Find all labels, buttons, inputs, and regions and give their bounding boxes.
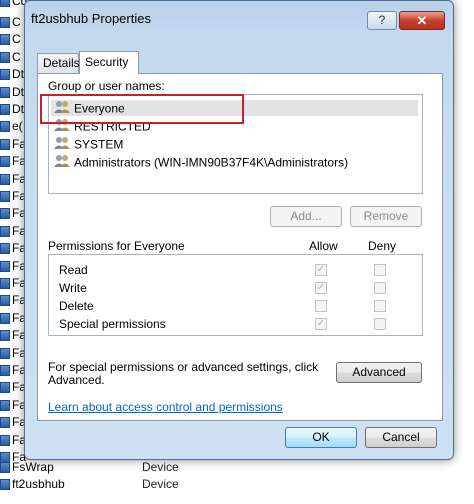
user-name: Administrators (WIN-IMN90B37F4K\Administ… (74, 155, 349, 170)
device-name: FsWrap (12, 460, 54, 474)
close-button[interactable]: ✕ (399, 11, 445, 30)
permissions-list: Read ✓ Write ✓ Delete Special permission… (48, 254, 423, 336)
device-icon (0, 382, 10, 394)
device-icon (0, 434, 10, 446)
tab-details[interactable]: Details (37, 53, 80, 73)
device-name: Dt (12, 67, 24, 82)
deny-checkbox-delete[interactable] (374, 300, 386, 312)
device-icon (0, 104, 10, 115)
deny-checkbox-write[interactable] (374, 282, 386, 294)
device-icon (0, 312, 10, 324)
remove-button[interactable]: Remove (350, 206, 422, 227)
add-button[interactable]: Add... (270, 206, 342, 227)
device-icon (0, 365, 10, 376)
device-icon (0, 260, 10, 272)
advanced-hint-line1: For special permissions or advanced sett… (48, 360, 319, 374)
device-icon (0, 278, 10, 289)
device-icon (0, 208, 10, 220)
device-icon (0, 225, 10, 237)
device-icon (0, 462, 10, 473)
allow-checkbox-write[interactable]: ✓ (315, 282, 327, 294)
learn-access-control-link[interactable]: Learn about access control and permissio… (48, 400, 283, 414)
device-icon (0, 17, 10, 28)
title-bar[interactable]: ft2usbhub Properties ? ✕ (25, 9, 453, 31)
device-icon (0, 295, 10, 307)
device-icon (0, 34, 10, 46)
permission-name: Read (59, 263, 88, 277)
permission-name: Write (59, 281, 87, 295)
deny-checkbox-special[interactable] (374, 318, 386, 330)
properties-dialog: ft2usbhub Properties ? ✕ Details Securit… (24, 0, 454, 460)
user-name: SYSTEM (74, 137, 124, 152)
dialog-title: ft2usbhub Properties (31, 11, 151, 26)
highlight-annotation (40, 94, 244, 124)
device-icon (0, 330, 10, 342)
device-icon (0, 0, 10, 7)
device-icon (0, 191, 10, 202)
deny-checkbox-read[interactable] (374, 264, 386, 276)
device-type: Device (142, 460, 179, 474)
device-icon (0, 479, 10, 490)
background-list-row[interactable]: ft2usbhub Device (0, 476, 474, 493)
user-item-administrators[interactable]: Administrators (WIN-IMN90B37F4K\Administ… (54, 154, 348, 170)
device-name: C (12, 15, 21, 29)
background-list-row[interactable]: FsWrap Device (0, 459, 474, 476)
device-icon (0, 347, 10, 359)
device-name: e( (12, 119, 23, 134)
permission-row-delete: Delete (49, 297, 422, 315)
device-icon (0, 69, 10, 81)
device-icon (0, 243, 10, 255)
device-name: Dt (12, 102, 24, 116)
tab-security[interactable]: Security (79, 51, 139, 74)
permission-row-write: Write ✓ (49, 279, 422, 297)
device-name: Dt (12, 84, 24, 99)
device-icon (0, 156, 10, 168)
allow-checkbox-read[interactable]: ✓ (315, 264, 327, 276)
advanced-hint-line2: Advanced. (48, 373, 105, 387)
users-icon (54, 154, 70, 171)
ok-button[interactable]: OK (285, 427, 357, 448)
permission-row-special: Special permissions ✓ (49, 315, 422, 333)
device-icon (0, 417, 10, 429)
allow-column-header: Allow (309, 239, 338, 253)
group-or-user-names-label: Group or user names: (48, 79, 165, 93)
deny-column-header: Deny (368, 239, 397, 253)
advanced-button[interactable]: Advanced (336, 362, 422, 383)
cancel-button[interactable]: Cancel (365, 427, 437, 448)
allow-checkbox-delete[interactable] (315, 300, 327, 312)
device-name: ft2usbhub (12, 477, 65, 491)
users-icon (54, 136, 70, 153)
permissions-label: Permissions for Everyone (48, 239, 185, 253)
device-icon (0, 86, 10, 98)
device-type: Device (142, 477, 179, 491)
device-icon (0, 399, 10, 411)
permission-name: Delete (59, 299, 94, 313)
help-button[interactable]: ? (367, 11, 397, 30)
tab-strip: Details Security (37, 51, 437, 74)
user-item-system[interactable]: SYSTEM (54, 136, 123, 152)
allow-checkbox-special[interactable]: ✓ (315, 318, 327, 330)
device-name: C (12, 49, 21, 64)
device-name: C (12, 32, 21, 47)
device-icon (0, 173, 10, 185)
device-icon (0, 121, 10, 133)
device-icon (0, 138, 10, 150)
device-icon (0, 51, 10, 63)
security-panel: Group or user names: Everyone RESTRICTED… (37, 73, 443, 421)
permission-name: Special permissions (59, 317, 166, 331)
permission-row-read: Read ✓ (49, 261, 422, 279)
